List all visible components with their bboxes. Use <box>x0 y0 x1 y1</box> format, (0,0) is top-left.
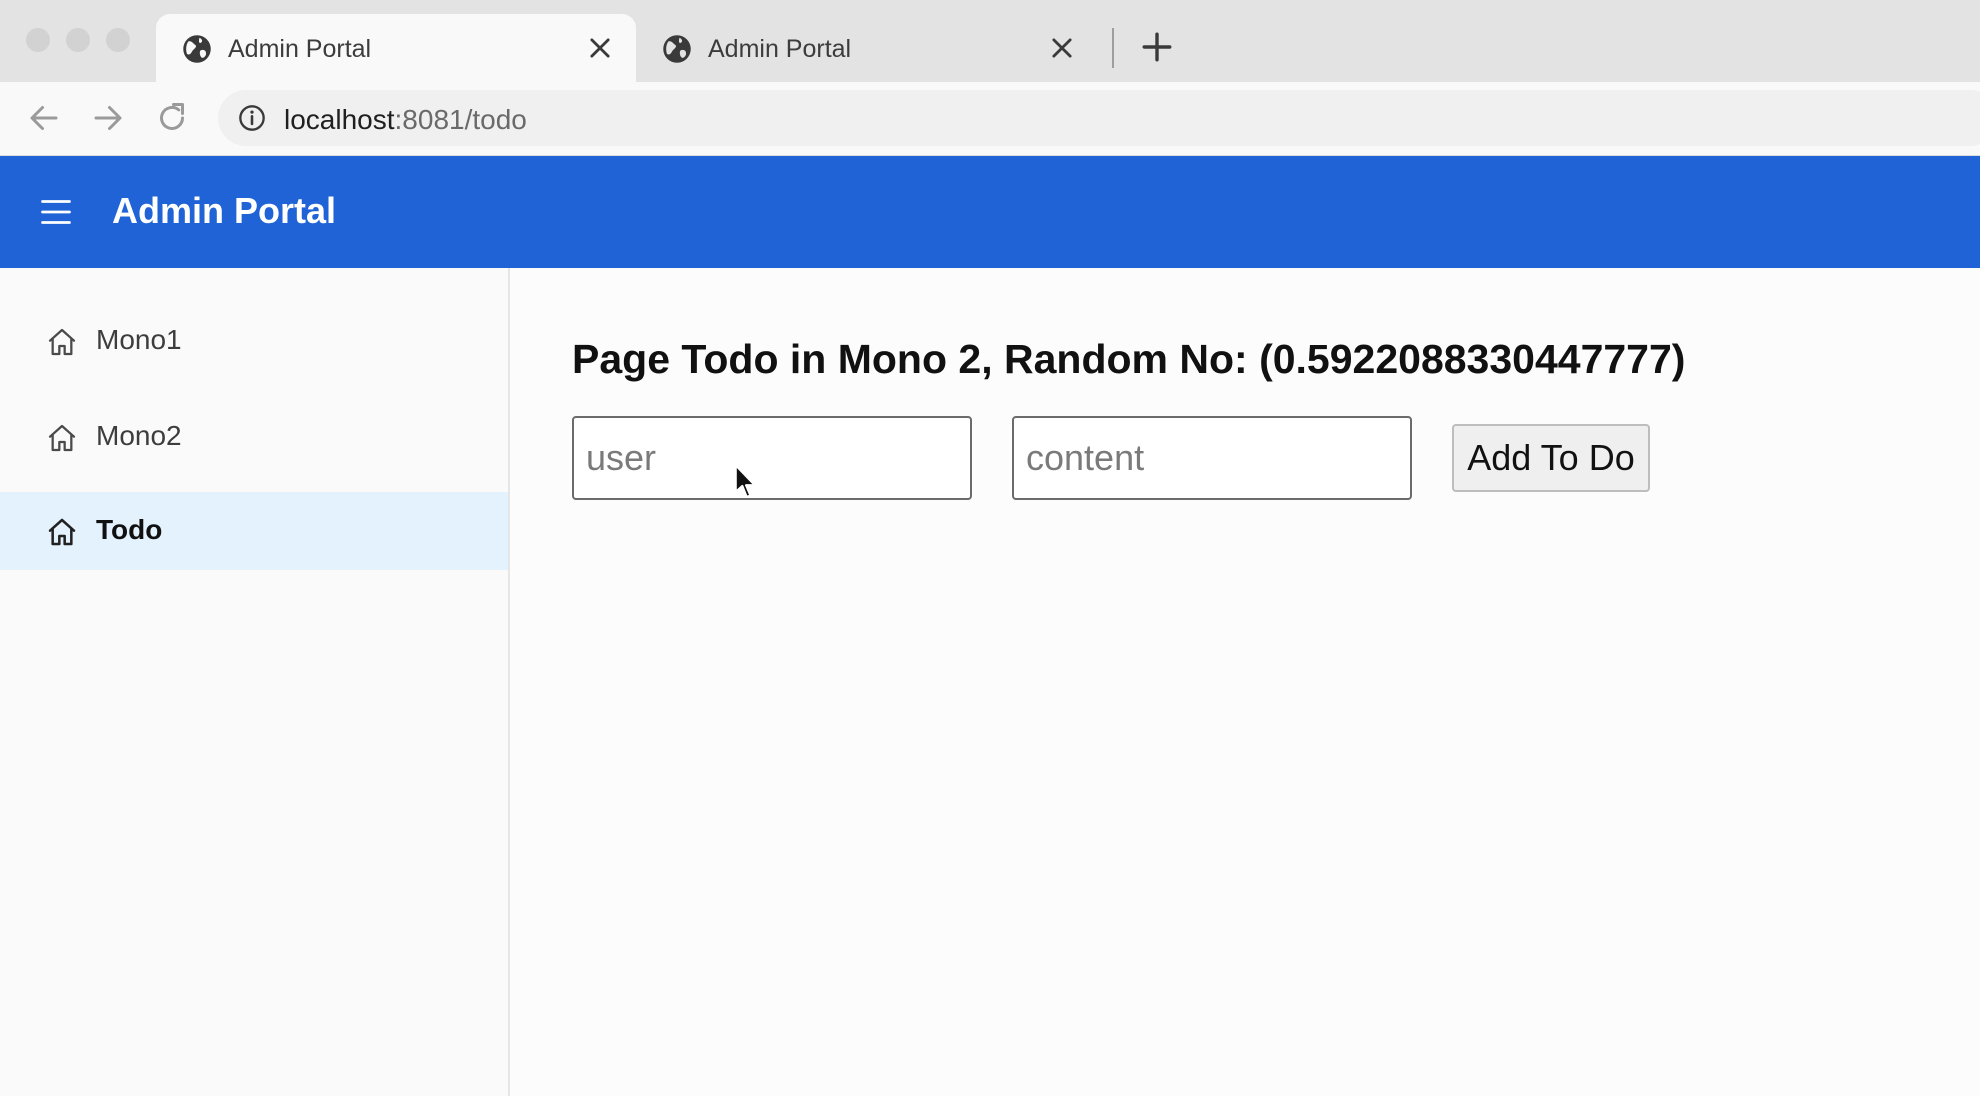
address-bar[interactable]: localhost:8081/todo <box>218 90 1980 146</box>
tab-separator <box>1112 28 1114 68</box>
home-icon <box>48 424 76 452</box>
app-header: Admin Portal <box>0 156 1980 268</box>
home-icon <box>48 518 76 546</box>
window-close-dot[interactable] <box>26 28 50 52</box>
app-title: Admin Portal <box>112 190 337 231</box>
window-minimize-dot[interactable] <box>66 28 90 52</box>
back-arrow-icon[interactable] <box>26 100 62 136</box>
tab-title: Admin Portal <box>708 35 852 63</box>
browser-tab-active[interactable]: Admin Portal <box>156 14 636 82</box>
sidebar: Mono1 Mono2 Todo <box>0 268 510 1096</box>
main-content: Page Todo in Mono 2, Random No: (0.59220… <box>510 268 1980 1096</box>
home-icon <box>48 328 76 356</box>
mouse-cursor-icon <box>734 464 756 498</box>
page-title: Page Todo in Mono 2, Random No: (0.59220… <box>572 336 1686 382</box>
browser-tab-strip: Admin Portal Admin Portal <box>0 0 1980 82</box>
forward-arrow-icon[interactable] <box>90 100 126 136</box>
plus-icon[interactable] <box>1140 30 1174 64</box>
content-input[interactable] <box>1012 416 1412 500</box>
tab-title: Admin Portal <box>228 35 372 63</box>
window-maximize-dot[interactable] <box>106 28 130 52</box>
globe-icon <box>663 35 691 63</box>
close-icon[interactable] <box>1048 34 1076 62</box>
url-host: localhost <box>284 104 395 135</box>
globe-icon <box>183 35 211 63</box>
browser-toolbar: localhost:8081/todo <box>0 82 1980 156</box>
sidebar-item-label: Todo <box>96 514 163 545</box>
sidebar-item-mono1[interactable]: Mono1 <box>0 302 508 380</box>
sidebar-item-label: Mono1 <box>96 324 182 355</box>
url-path: :8081/todo <box>394 104 527 135</box>
url-text: localhost:8081/todo <box>284 104 527 136</box>
close-icon[interactable] <box>586 34 614 62</box>
info-icon[interactable] <box>238 104 266 132</box>
hamburger-menu-icon[interactable] <box>38 194 74 230</box>
sidebar-item-mono2[interactable]: Mono2 <box>0 398 508 476</box>
sidebar-item-todo[interactable]: Todo <box>0 492 508 570</box>
user-input[interactable] <box>572 416 972 500</box>
sidebar-item-label: Mono2 <box>96 420 182 451</box>
add-todo-button[interactable]: Add To Do <box>1452 424 1650 492</box>
reload-icon[interactable] <box>154 100 190 136</box>
browser-tab-inactive[interactable]: Admin Portal <box>636 14 1098 82</box>
